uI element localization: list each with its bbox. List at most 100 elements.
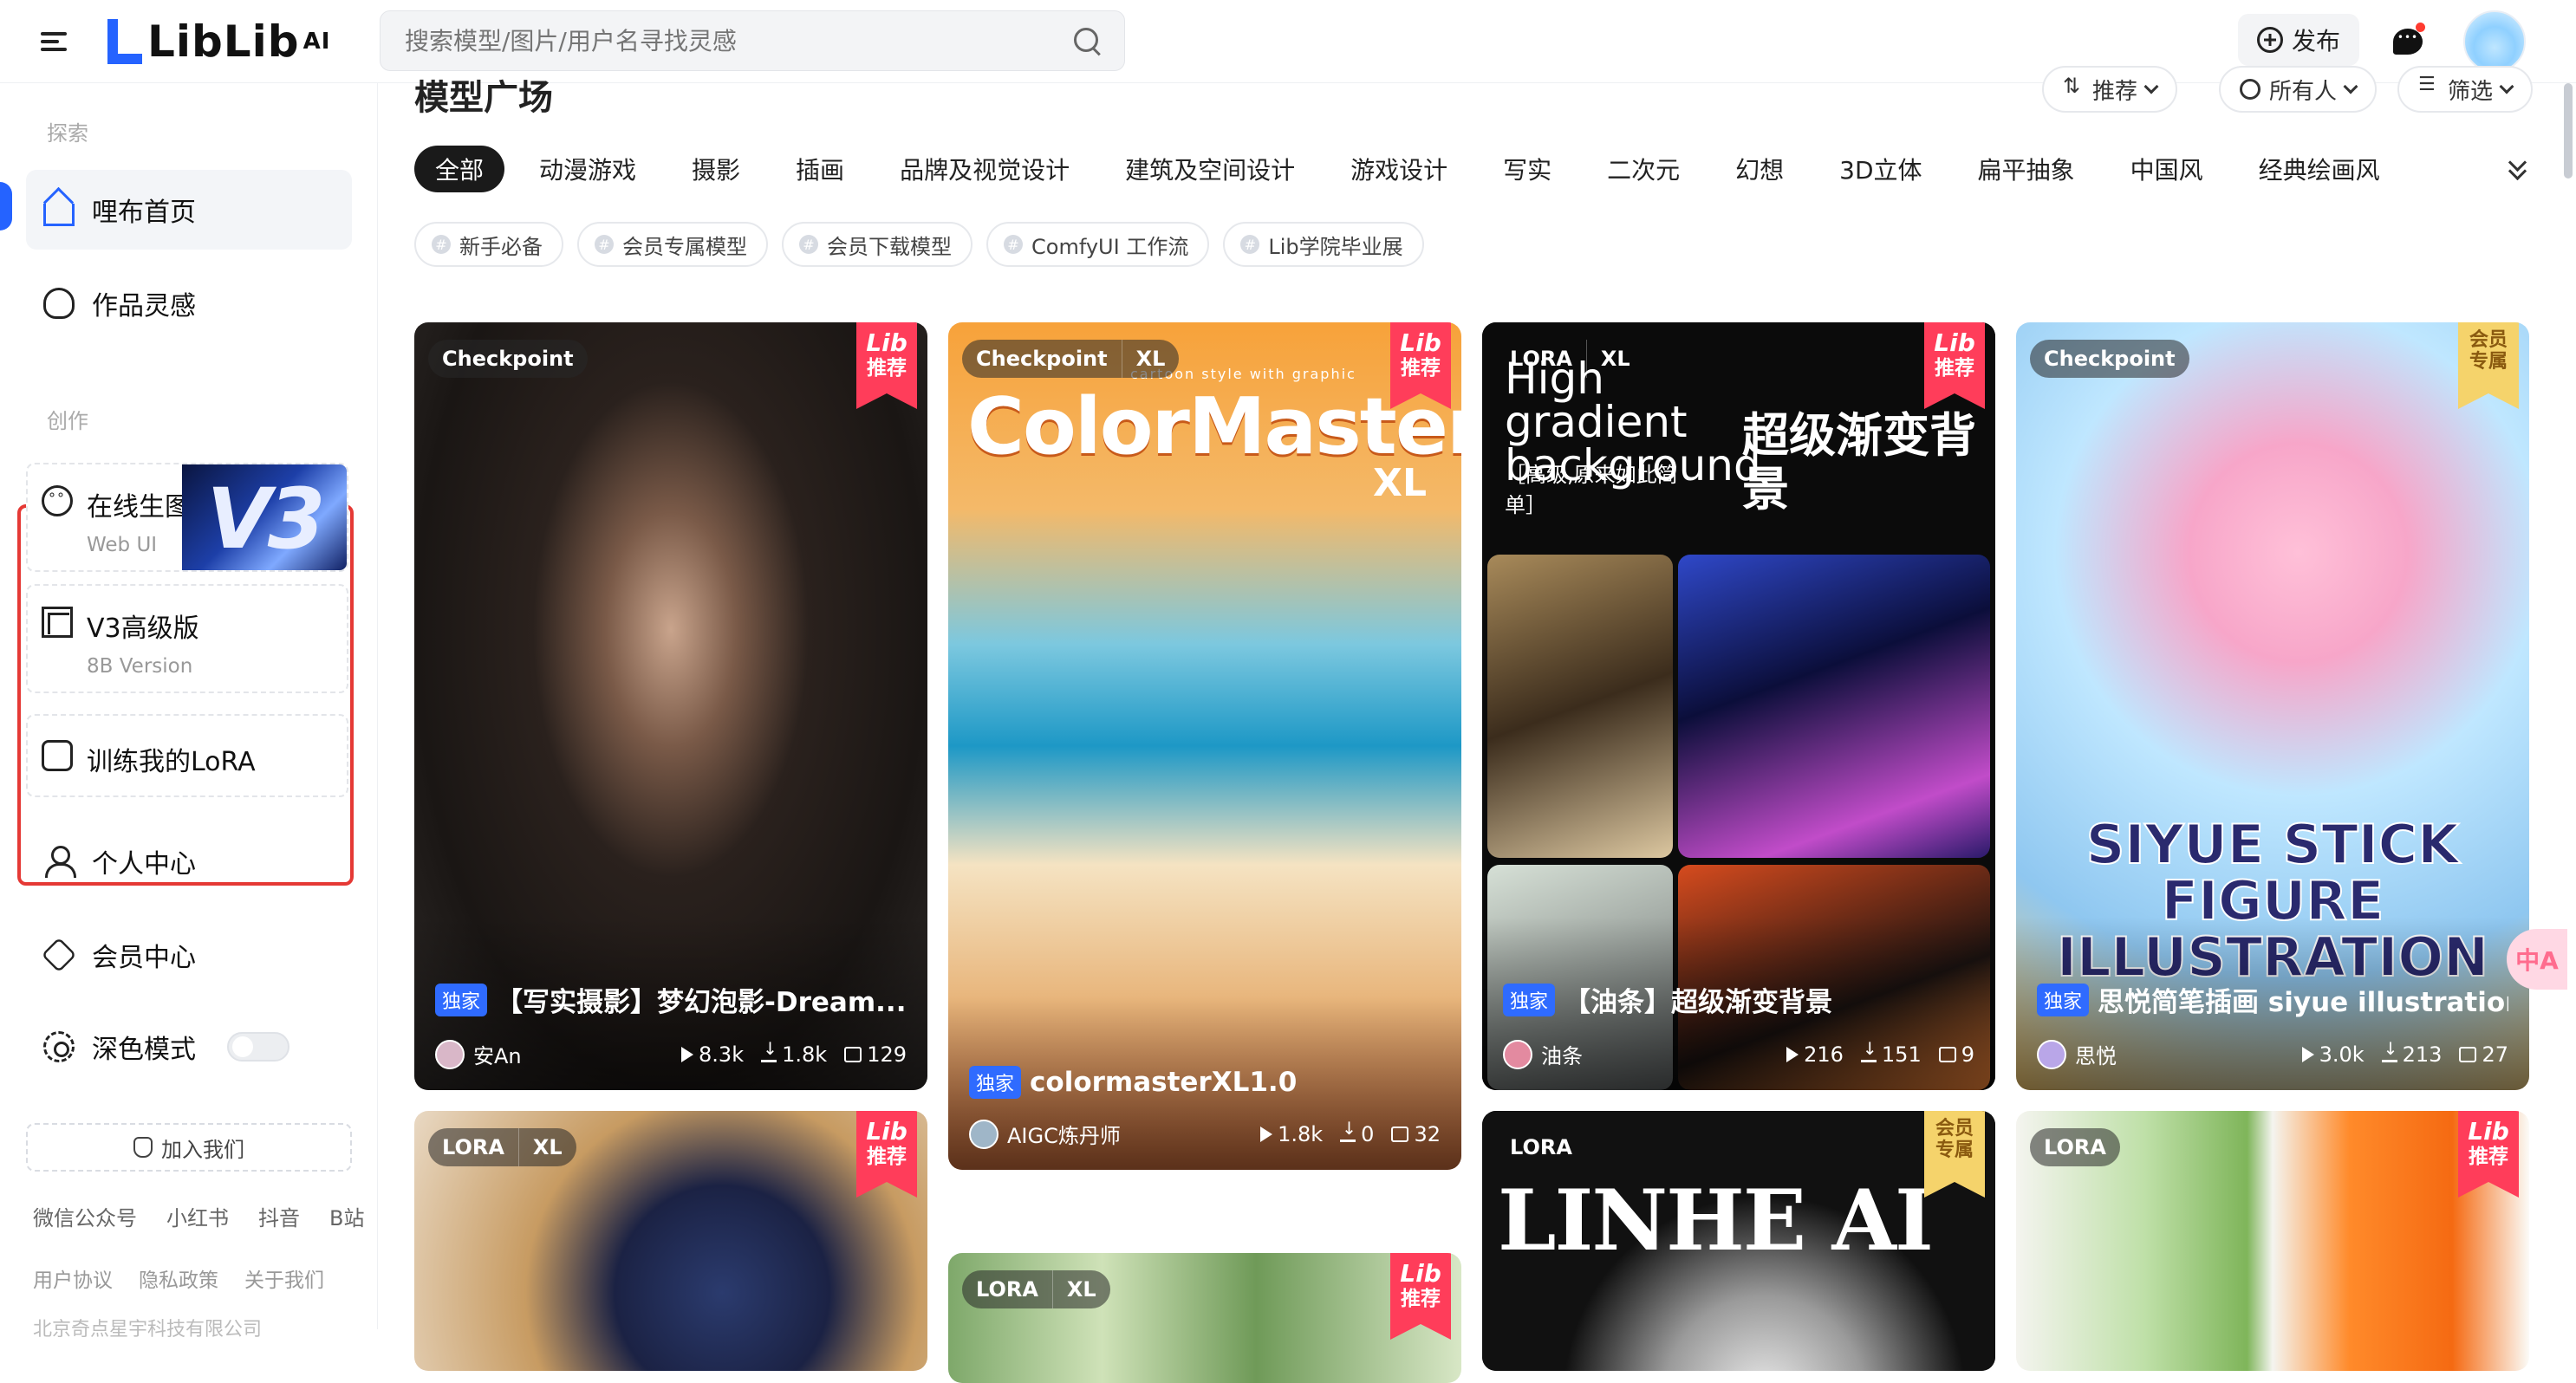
- sidebar-item-online-generate[interactable]: 在线生图 Web UI V3: [26, 463, 348, 572]
- translate-float-button[interactable]: 中A: [2507, 929, 2567, 990]
- link-douyin[interactable]: 抖音: [258, 1201, 300, 1231]
- hash-icon: #: [432, 235, 451, 254]
- download-icon: [1340, 1118, 1356, 1142]
- message-button[interactable]: [2385, 19, 2430, 64]
- tab-category[interactable]: 摄影: [671, 146, 761, 192]
- tab-all[interactable]: 全部: [414, 146, 505, 192]
- sort-label: 推荐: [2092, 78, 2138, 105]
- tab-category[interactable]: 插画: [775, 146, 865, 192]
- images-stat: 9: [1938, 1042, 1974, 1067]
- tag-member-download[interactable]: # 会员下载模型: [782, 222, 973, 267]
- link-privacy[interactable]: 隐私政策: [139, 1263, 218, 1293]
- link-wechat[interactable]: 微信公众号: [33, 1201, 137, 1231]
- tab-category[interactable]: 写实: [1482, 146, 1572, 192]
- link-about[interactable]: 关于我们: [244, 1263, 324, 1293]
- type-tag: LORA: [442, 1135, 504, 1159]
- model-card[interactable]: LORA Lib 推荐: [2016, 1111, 2529, 1371]
- play-icon: [681, 1046, 694, 1062]
- create-section-label: 创作: [47, 409, 88, 433]
- active-indicator: [0, 182, 12, 230]
- tag-label: 会员专属模型: [622, 234, 747, 259]
- tab-category[interactable]: 幻想: [1714, 146, 1805, 192]
- model-card[interactable]: LORA XL Lib 推荐: [414, 1111, 927, 1371]
- publish-button[interactable]: 发布: [2238, 14, 2359, 66]
- tab-category[interactable]: 经典绘画风: [2238, 146, 2401, 192]
- author-avatar[interactable]: [969, 1119, 999, 1149]
- tag-newbie[interactable]: # 新手必备: [414, 222, 563, 267]
- tab-category[interactable]: 游戏设计: [1330, 146, 1468, 192]
- globe-icon: [2240, 79, 2261, 100]
- user-avatar[interactable]: [2463, 10, 2526, 73]
- author-name[interactable]: 思悦: [2075, 1039, 2285, 1069]
- card-title: 独家 colormasterXL1.0: [969, 1066, 1441, 1099]
- author-avatar[interactable]: [1503, 1039, 1532, 1069]
- link-bilibili[interactable]: B站: [329, 1201, 364, 1231]
- gear-icon: [43, 1031, 75, 1062]
- search-bar[interactable]: [380, 10, 1125, 71]
- author-avatar[interactable]: [435, 1039, 465, 1069]
- downloads-stat: 151: [1860, 1038, 1922, 1067]
- tab-category[interactable]: 中国风: [2110, 146, 2224, 192]
- legal-links: 用户协议 隐私政策 关于我们: [33, 1263, 324, 1293]
- sidebar-item-profile[interactable]: 个人中心: [26, 821, 352, 901]
- colormaster-xl-art: XL: [1373, 461, 1427, 505]
- dark-mode-toggle[interactable]: [227, 1032, 289, 1062]
- model-card[interactable]: Checkpoint Lib 推荐 独家 【写实摄影】梦幻泡影-Dream... 安…: [414, 322, 927, 1090]
- expand-categories-icon[interactable]: [2508, 156, 2527, 175]
- tag-member-exclusive[interactable]: # 会员专属模型: [577, 222, 768, 267]
- explore-section-label: 探索: [47, 121, 88, 146]
- image-icon: [1391, 1126, 1409, 1142]
- image-icon: [1938, 1046, 1956, 1062]
- tag-comfyui[interactable]: # ComfyUI 工作流: [986, 222, 1210, 267]
- model-card[interactable]: ColorMaster XL cartoon style with graphi…: [948, 322, 1461, 1170]
- sidebar-item-v3-advanced[interactable]: V3高级版 8B Version: [26, 584, 348, 693]
- link-user-agreement[interactable]: 用户协议: [33, 1263, 113, 1293]
- user-icon: [43, 846, 76, 878]
- menu-button[interactable]: [23, 17, 85, 66]
- topic-tags: # 新手必备 # 会员专属模型 # 会员下载模型 # ComfyUI 工作流 # Lib学…: [414, 222, 1424, 267]
- model-type-tags: LORA XL: [1496, 340, 1644, 378]
- author-name[interactable]: AIGC炼丹师: [1007, 1119, 1243, 1149]
- tab-category[interactable]: 扁平抽象: [1957, 146, 2096, 192]
- author-avatar[interactable]: [2037, 1039, 2066, 1069]
- card-title: 独家 【油条】超级渐变背景: [1503, 980, 1974, 1019]
- owner-label: 所有人: [2269, 78, 2338, 105]
- tab-category[interactable]: 建筑及空间设计: [1104, 146, 1316, 192]
- search-input[interactable]: [403, 25, 1072, 56]
- gradient-subtitle-art: ［高级,原来如此简单］: [1505, 463, 1678, 517]
- type-tag: LORA: [1510, 347, 1572, 371]
- filter-button[interactable]: 筛选: [2397, 66, 2534, 113]
- linhe-title-art: LINHE AI: [1498, 1172, 1934, 1269]
- page-scrollbar[interactable]: [2564, 83, 2573, 179]
- diamond-icon: [41, 937, 77, 973]
- link-xiaohongshu[interactable]: 小红书: [166, 1201, 229, 1231]
- tab-category[interactable]: 3D立体: [1818, 146, 1942, 192]
- sort-recommend-button[interactable]: 推荐: [2042, 66, 2178, 113]
- images-stat: 129: [844, 1042, 907, 1067]
- model-card[interactable]: SIYUE STICK FIGURE ILLUSTRATION Checkpoi…: [2016, 322, 2529, 1090]
- logo[interactable]: LibLib AI: [107, 16, 330, 68]
- sidebar-item-membership[interactable]: 会员中心: [26, 915, 352, 995]
- sidebar-item-inspiration[interactable]: 作品灵感: [26, 263, 352, 343]
- sort-icon: [2063, 74, 2084, 100]
- card-meta: 油条 216 151 9: [1503, 1038, 1974, 1069]
- join-us-button[interactable]: 加入我们: [26, 1123, 352, 1172]
- tab-category[interactable]: 动漫游戏: [518, 146, 657, 192]
- model-card[interactable]: LINHE AI LORA 会员 专属: [1482, 1111, 1995, 1371]
- card-meta: 安An 8.3k 1.8k 129: [435, 1038, 907, 1069]
- author-name[interactable]: 安An: [473, 1039, 664, 1069]
- tab-category[interactable]: 品牌及视觉设计: [879, 146, 1090, 192]
- author-name[interactable]: 油条: [1541, 1039, 1769, 1069]
- model-card[interactable]: High gradient background 超级渐变背景 ［高级,原来如此…: [1482, 322, 1995, 1090]
- search-icon[interactable]: [1072, 26, 1102, 55]
- sidebar-item-train-lora[interactable]: 训练我的LoRA: [26, 714, 348, 797]
- tab-category[interactable]: 二次元: [1586, 146, 1701, 192]
- sidebar-item-dark-mode: 深色模式: [26, 1007, 352, 1087]
- owner-filter-button[interactable]: 所有人: [2219, 66, 2378, 113]
- model-card[interactable]: LORA XL Lib 推荐: [948, 1253, 1461, 1383]
- sidebar-item-home[interactable]: 哩布首页: [26, 170, 352, 250]
- tag-lib-academy[interactable]: # Lib学院毕业展: [1223, 222, 1424, 267]
- card-title-text: 思悦简笔插画 siyue illustration: [2098, 987, 2508, 1018]
- downloads-stat: 1.8k: [761, 1038, 827, 1067]
- plus-circle-icon: [2256, 27, 2283, 53]
